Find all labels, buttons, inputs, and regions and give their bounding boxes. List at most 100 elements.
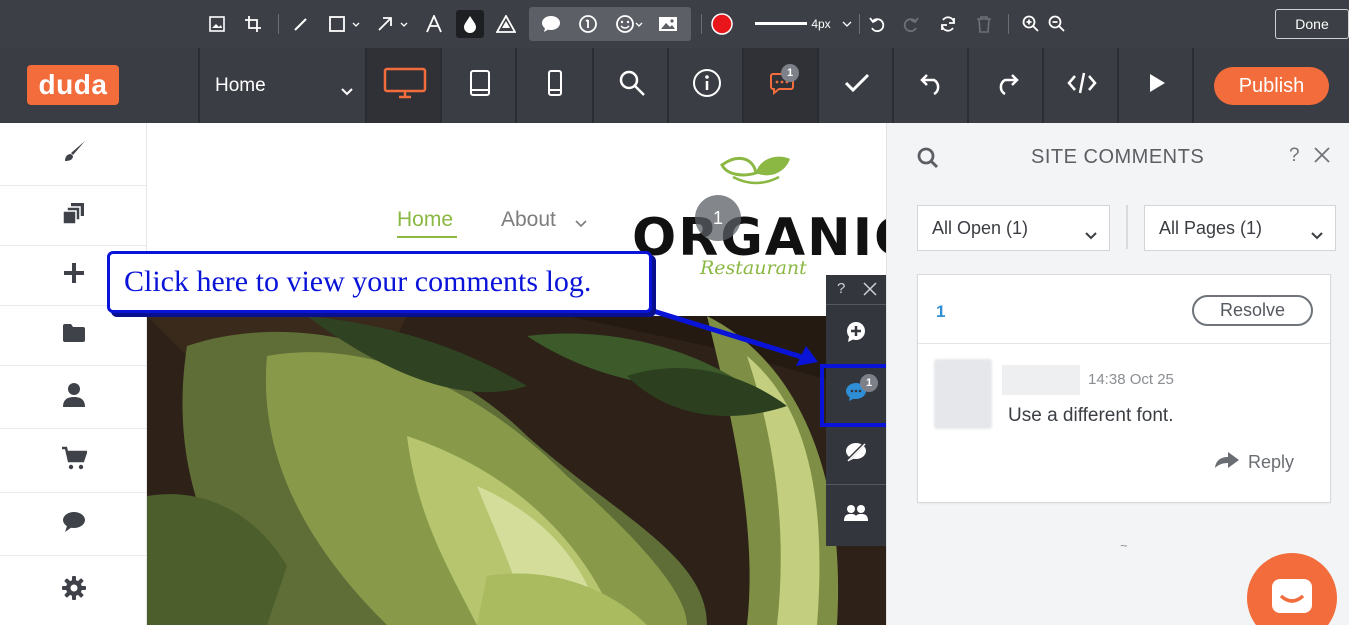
reply-button[interactable]: Reply (1214, 451, 1294, 474)
comment-timestamp: 14:38 Oct 25 (1088, 371, 1174, 388)
comment-pin-marker[interactable]: 1 (695, 195, 741, 241)
plus-icon (62, 261, 86, 290)
sidebar-item-users[interactable] (0, 366, 147, 429)
preview-button[interactable] (1119, 48, 1194, 123)
zoom-in-icon[interactable] (1020, 10, 1042, 38)
text-tool-icon[interactable] (423, 10, 445, 38)
tablet-view-button[interactable] (442, 48, 517, 123)
nav-about-link[interactable]: About (501, 208, 556, 232)
paint-brush-icon (61, 139, 87, 170)
play-icon (1147, 72, 1167, 99)
nav-home-link[interactable]: Home (397, 208, 453, 232)
sidebar-item-settings[interactable] (0, 556, 147, 625)
loading-indicator: ~ (1120, 538, 1128, 553)
hide-comments-icon (845, 441, 867, 468)
pages-stack-icon (61, 201, 86, 230)
leaf-logo-icon (719, 153, 793, 198)
checkmark-icon (844, 73, 870, 98)
rectangle-tool-icon[interactable] (326, 10, 362, 38)
tablet-icon (469, 69, 491, 102)
tool-panel-help[interactable]: ? (837, 280, 845, 297)
chevron-down-icon (1311, 224, 1323, 245)
mobile-view-button[interactable] (517, 48, 592, 123)
card-divider (918, 343, 1330, 344)
sidebar-item-comments[interactable] (0, 493, 147, 556)
done-button[interactable]: Done (1275, 9, 1349, 39)
toolbar-divider (701, 14, 702, 34)
sidebar-item-store[interactable] (0, 429, 147, 493)
support-chat-button[interactable] (1247, 553, 1337, 625)
pen-icon[interactable] (290, 10, 312, 38)
annotation-toolbar: 4px Done (0, 0, 1349, 48)
insert-image-icon[interactable] (657, 10, 679, 38)
highlight-triangle-icon[interactable] (495, 10, 517, 38)
filter-divider (1126, 205, 1128, 249)
collaborators-button[interactable] (826, 485, 886, 545)
brand-tagline: Restaurant (700, 257, 807, 279)
chevron-down-icon (575, 215, 587, 233)
color-picker-icon[interactable] (710, 10, 734, 38)
tool-panel-header: ? (826, 275, 886, 305)
page-selector[interactable]: Home (200, 48, 365, 123)
toolbar-divider (1008, 14, 1009, 34)
comment-text: Use a different font. (1008, 405, 1174, 426)
stroke-width-line-icon[interactable] (754, 10, 808, 38)
reply-label: Reply (1248, 452, 1295, 472)
undo-icon[interactable] (866, 10, 888, 38)
status-filter-dropdown[interactable]: All Open (1) (917, 205, 1110, 251)
search-icon[interactable] (917, 147, 939, 174)
image-frame-icon[interactable] (206, 10, 228, 38)
refresh-icon[interactable] (937, 10, 959, 38)
trash-icon[interactable] (973, 10, 995, 38)
search-button[interactable] (594, 48, 669, 123)
chat-bubble-icon (61, 511, 87, 538)
stroke-size-dropdown-icon[interactable] (840, 10, 854, 38)
publish-button[interactable]: Publish (1214, 67, 1329, 105)
add-comment-button[interactable] (826, 305, 886, 365)
panel-help-button[interactable]: ? (1289, 145, 1300, 167)
page-selector-label: Home (215, 74, 266, 96)
emoji-stamp-icon[interactable] (614, 10, 644, 38)
blur-drop-icon[interactable] (456, 10, 484, 38)
duda-logo[interactable]: duda (27, 65, 119, 105)
desktop-view-button[interactable] (367, 48, 442, 123)
redo-icon[interactable] (900, 10, 922, 38)
left-sidebar (0, 123, 147, 625)
chevron-down-icon (1085, 224, 1097, 245)
user-icon (62, 382, 86, 413)
step-number-icon[interactable] (577, 10, 599, 38)
sidebar-item-design[interactable] (0, 123, 147, 186)
info-button[interactable] (669, 48, 744, 123)
comment-number[interactable]: 1 (936, 302, 945, 322)
add-comment-icon (845, 321, 867, 348)
redo-button[interactable] (969, 48, 1044, 123)
close-icon[interactable] (862, 281, 878, 301)
resolve-button[interactable]: Resolve (1192, 295, 1313, 326)
close-icon[interactable] (1313, 146, 1331, 169)
stroke-size-label[interactable]: 4px (808, 10, 834, 38)
arrow-tool-icon[interactable] (374, 10, 410, 38)
code-icon (1066, 71, 1097, 100)
annotation-highlight-box (820, 364, 890, 427)
zoom-out-icon[interactable] (1046, 10, 1068, 38)
speech-bubble-icon[interactable] (540, 10, 562, 38)
nav-active-underline (397, 236, 457, 238)
author-name-redacted (1002, 365, 1080, 395)
check-button[interactable] (819, 48, 894, 123)
pages-filter-dropdown[interactable]: All Pages (1) (1144, 205, 1336, 251)
crop-icon[interactable] (242, 10, 264, 38)
hide-comments-button[interactable] (826, 425, 886, 485)
folder-icon (62, 323, 86, 348)
toolbar-divider (859, 14, 860, 34)
shopping-cart-icon (61, 446, 88, 475)
sidebar-item-pages[interactable] (0, 186, 147, 246)
comments-button[interactable]: 1 (744, 48, 819, 123)
undo-button[interactable] (894, 48, 969, 123)
chevron-down-icon (341, 80, 353, 102)
sidebar-item-content[interactable] (0, 306, 147, 366)
pages-filter-value: All Pages (1) (1159, 217, 1263, 238)
app-root: 4px Done duda Home 1 Publish Home About … (0, 0, 1349, 625)
team-icon (843, 504, 869, 527)
callout-text: Click here to view your comments log. (124, 265, 592, 298)
developer-mode-button[interactable] (1044, 48, 1119, 123)
